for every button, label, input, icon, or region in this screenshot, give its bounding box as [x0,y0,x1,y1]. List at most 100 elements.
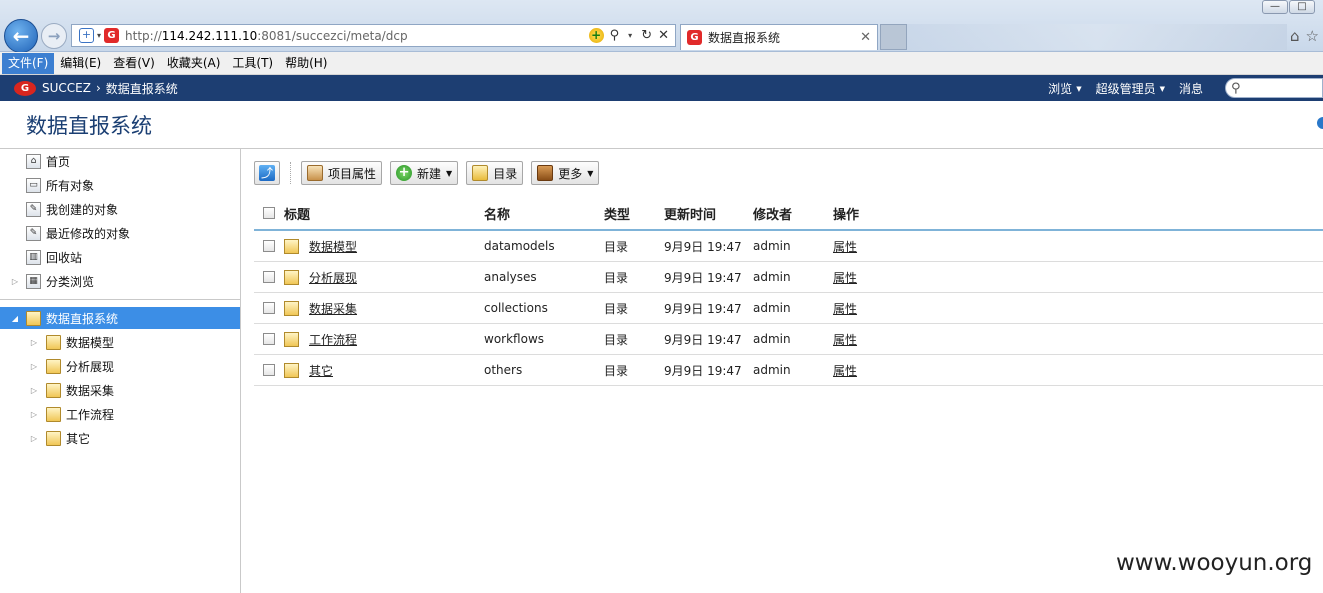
folder-other-icon [46,430,61,446]
row-type: 目录 [604,332,629,347]
expand-arrow-icon[interactable]: ▷ [29,386,39,395]
back-button[interactable]: ← [4,19,38,53]
forward-button[interactable]: → [41,23,67,49]
row-time: 9月9日 19:47 [664,270,742,285]
info-icon[interactable] [1317,117,1323,129]
search-input[interactable]: ⚲ [1225,78,1323,98]
menu-view[interactable]: 查看(V) [107,53,161,74]
sidebar-item-collections[interactable]: ▷ 数据采集 [29,379,269,401]
sidebar-item-recent[interactable]: ✎ 最近修改的对象 [26,222,266,244]
stop-icon[interactable]: ✕ [658,28,669,43]
header-type[interactable]: 类型 [604,204,630,223]
menu-tools[interactable]: 工具(T) [226,53,279,74]
up-arrow-icon: ⤴ [259,165,275,181]
row-properties-link[interactable]: 属性 [833,300,857,317]
new-tab-button[interactable] [880,24,907,50]
new-button[interactable]: + 新建 ▼ [390,161,459,185]
row-checkbox[interactable] [263,333,275,345]
row-title-link[interactable]: 工作流程 [309,331,357,348]
page-header: 数据直报系统 [0,101,1323,149]
header-title[interactable]: 标题 [284,204,310,223]
row-name: collections [484,301,548,315]
header-modifier[interactable]: 修改者 [753,204,792,223]
sidebar-item-my-created[interactable]: ✎ 我创建的对象 [26,198,266,220]
sidebar-item-home[interactable]: ⌂ 首页 [26,150,266,172]
expand-arrow-icon[interactable]: ▷ [29,362,39,371]
folder-form-icon [284,300,299,316]
close-icon[interactable]: ✕ [860,30,871,45]
menu-help[interactable]: 帮助(H) [279,53,333,74]
folder-chart-icon [46,358,61,374]
chevron-down-icon[interactable]: ▾ [97,31,101,40]
sidebar-item-others[interactable]: ▷ 其它 [29,427,269,449]
row-properties-link[interactable]: 属性 [833,331,857,348]
breadcrumb-current[interactable]: 数据直报系统 [106,80,178,97]
content-table: 标题 名称 类型 更新时间 修改者 操作 数据模型 datamodels 目录 … [254,197,1323,386]
new-folder-button[interactable]: 目录 [466,161,524,185]
row-checkbox[interactable] [263,271,275,283]
sidebar-item-analyses[interactable]: ▷ 分析展现 [29,355,269,377]
row-checkbox[interactable] [263,364,275,376]
maximize-button[interactable]: □ [1289,0,1315,14]
row-modifier: admin [753,363,791,377]
row-checkbox[interactable] [263,302,275,314]
more-button[interactable]: 更多 ▼ [531,161,600,185]
row-name: datamodels [484,239,555,253]
row-properties-link[interactable]: 属性 [833,238,857,255]
browse-menu[interactable]: 浏览 ▼ [1048,80,1081,97]
address-bar[interactable]: + ▾ G http://114.242.111.10:8081/succezc… [71,24,676,47]
sidebar-item-all-objects[interactable]: ▭ 所有对象 [26,174,266,196]
folder-icon [26,310,41,326]
search-icon[interactable]: ⚲ [610,28,620,43]
header-name[interactable]: 名称 [484,204,510,223]
home-icon: ⌂ [26,153,41,169]
chevron-down-icon[interactable]: ▾ [628,31,632,40]
sidebar-item-datamodels[interactable]: ▷ 数据模型 [29,331,269,353]
messages-link[interactable]: 消息 [1179,80,1203,97]
expand-arrow-icon[interactable]: ▷ [29,434,39,443]
select-all-checkbox[interactable] [263,207,275,219]
url-text[interactable]: http://114.242.111.10:8081/succezci/meta… [125,29,408,43]
up-button[interactable]: ⤴ [254,161,280,185]
expand-arrow-icon[interactable]: ▷ [10,277,20,286]
expand-arrow-icon[interactable]: ▷ [29,338,39,347]
home-star-icons[interactable]: ⌂☆ [1290,27,1323,45]
menu-file[interactable]: 文件(F) [2,52,55,74]
header-updated[interactable]: 更新时间 [664,204,716,223]
folder-flow-icon [284,331,299,347]
sidebar-item-root[interactable]: ◢ 数据直报系统 [0,307,240,329]
minimize-button[interactable]: — [1262,0,1288,14]
expand-arrow-icon[interactable]: ▷ [29,410,39,419]
folder-chart-icon [284,269,299,285]
site-favicon-icon: G [687,30,702,45]
menu-edit[interactable]: 编辑(E) [54,53,107,74]
table-header: 标题 名称 类型 更新时间 修改者 操作 [254,197,1323,231]
sidebar-item-recycle-bin[interactable]: ▥ 回收站 [26,246,266,268]
row-title-link[interactable]: 分析展现 [309,269,357,286]
row-title-link[interactable]: 数据采集 [309,300,357,317]
row-name: others [484,363,523,377]
sidebar-item-category[interactable]: ▷ ▦ 分类浏览 [10,270,250,292]
row-checkbox[interactable] [263,240,275,252]
brand-name[interactable]: SUCCEZ [42,81,91,95]
chevron-down-icon: ▼ [587,168,594,178]
table-row: 其它 others 目录 9月9日 19:47 admin 属性 [254,355,1323,386]
edit-doc-icon: ✎ [26,201,41,217]
project-properties-button[interactable]: 项目属性 [301,161,383,185]
admin-menu[interactable]: 超级管理员 ▼ [1096,80,1165,97]
row-time: 9月9日 19:47 [664,301,742,316]
site-favicon-icon: G [104,28,120,43]
refresh-icon[interactable]: ↻ [641,28,652,43]
row-properties-link[interactable]: 属性 [833,362,857,379]
row-title-link[interactable]: 其它 [309,362,333,379]
row-properties-link[interactable]: 属性 [833,269,857,286]
sidebar-item-workflows[interactable]: ▷ 工作流程 [29,403,269,425]
compat-view-icon[interactable]: + [588,28,604,43]
folder-icon [284,238,299,254]
collapse-arrow-icon[interactable]: ◢ [10,314,20,323]
browser-tab[interactable]: G 数据直报系统 ✕ [680,24,878,50]
menu-favorites[interactable]: 收藏夹(A) [161,53,227,74]
row-title-link[interactable]: 数据模型 [309,238,357,255]
toolbar-divider [290,162,291,184]
brand-logo-icon[interactable]: G [14,80,36,96]
